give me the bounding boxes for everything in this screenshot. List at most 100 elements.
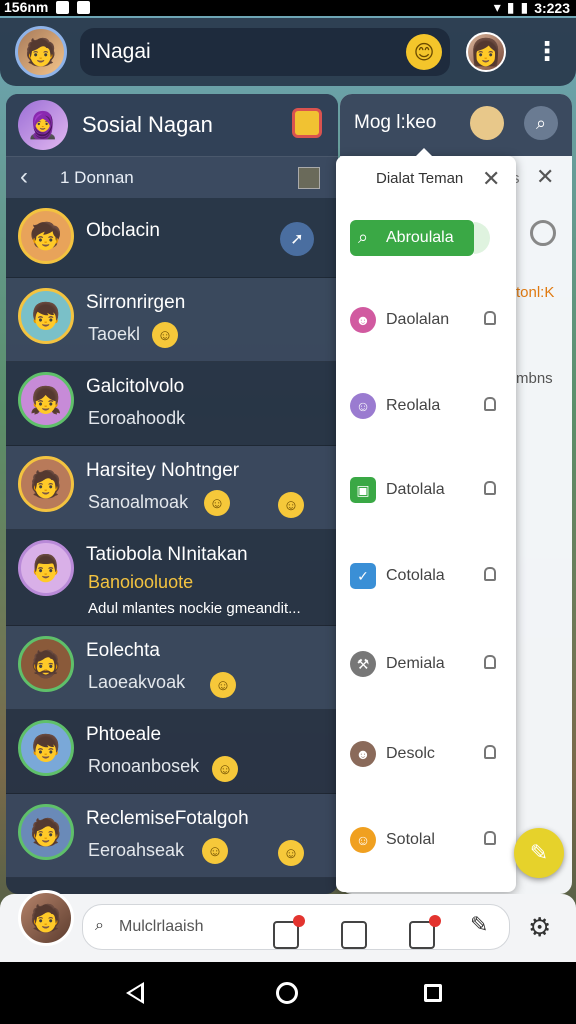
search-icon: ⌕ [358, 227, 369, 247]
message-preview: Eoroahoodk [88, 408, 186, 428]
chart-icon: ✓ [350, 563, 376, 589]
person-icon: ☻ [350, 307, 376, 333]
conversation-panel: 🧕 Sosial Nagan ‹ 1 Donnan 🧒 Obclacin ➚ 👦… [6, 94, 338, 894]
smile-icon: ☺ [278, 492, 304, 518]
pin-icon[interactable]: ➚ [280, 222, 314, 256]
nav-home-icon[interactable] [276, 982, 298, 1004]
message-preview: Eeroahseak [88, 840, 185, 860]
more-icon[interactable]: ⋮ [534, 36, 560, 68]
message-preview: Sanoalmoak [88, 492, 189, 512]
avatar: 👦 [18, 720, 74, 776]
image-icon [56, 0, 70, 14]
bell-icon[interactable] [484, 397, 496, 411]
menu-item[interactable]: ☺ Reolala [336, 386, 516, 426]
list-item[interactable]: 👧 Galcitolvolo Eoroahoodk [6, 362, 338, 446]
menu-item[interactable]: ⚒ Demiala [336, 644, 516, 684]
face-icon[interactable] [470, 106, 504, 140]
compose-fab[interactable]: ✎ [514, 828, 564, 878]
contact-name: Sirronrirgen [86, 292, 186, 313]
contact-name: Obclacin [86, 220, 160, 241]
search-icon[interactable]: ⌕ [524, 106, 558, 140]
list-item[interactable]: 👨 Tatiobola NInitakan Banoiooluote Adul … [6, 530, 338, 626]
title-pill[interactable]: INagai 😊 [80, 28, 450, 76]
close-icon[interactable]: ✕ [482, 166, 500, 192]
nav-recents-icon[interactable] [424, 984, 442, 1002]
smile-icon: ☺ [202, 838, 228, 864]
search-bar[interactable]: ⌕ [82, 904, 510, 950]
contact-name: Phtoeale [86, 724, 162, 745]
panel-header: 🧕 Sosial Nagan [6, 94, 338, 156]
message-preview: Banoiooluote [88, 572, 194, 592]
avatar: 🧒 [18, 208, 74, 264]
message-preview: Ronoanbosek [88, 756, 200, 776]
badge-dot [429, 915, 441, 927]
group-avatar[interactable]: 🧕 [18, 100, 68, 150]
gear-icon[interactable]: ⚙ [528, 912, 551, 943]
avatar: 🧑 [18, 456, 74, 512]
notes-icon[interactable] [273, 915, 305, 949]
menu-item[interactable]: ☻ Desolc [336, 734, 516, 774]
menu-item[interactable]: ☺ Sotolal [336, 820, 516, 860]
menu-item[interactable]: ▣ Datolala [336, 470, 516, 510]
menu-item[interactable]: ✓ Cotolala [336, 556, 516, 596]
list-item[interactable]: 👦 Sirronrirgen Taoekl ☺ [6, 278, 338, 362]
avatar: 👧 [18, 372, 74, 428]
wifi-icon: ▾ [493, 0, 501, 15]
contact-name: Eolechta [86, 640, 160, 661]
avatar[interactable]: 🧑 [15, 26, 67, 78]
bell-icon[interactable] [484, 745, 496, 759]
profile-avatar[interactable]: 👩 [466, 32, 506, 72]
bell-icon[interactable] [484, 831, 496, 845]
close-icon[interactable]: ✕ [536, 164, 554, 190]
nav-back-icon[interactable] [126, 982, 144, 1004]
list-item[interactable]: 🧔 Eolechta Laoeakvoak ☺ [6, 626, 338, 710]
secondary-label: tonl:K [516, 284, 555, 301]
secondary-header: Mog l:keo ⌕ [340, 94, 572, 156]
wrench-icon: ⚒ [350, 651, 376, 677]
bell-icon[interactable] [484, 655, 496, 669]
avatar[interactable]: 🧑 [18, 890, 74, 946]
notes-icon[interactable] [292, 108, 322, 138]
list-item[interactable]: 🧑 ReclemiseFotalgoh Eeroahseak ☺ ☺ [6, 794, 338, 878]
avatar: 👨 [18, 540, 74, 596]
subheader-label: 1 Donnan [60, 168, 134, 187]
message-preview: Laoeakvoak [88, 672, 186, 692]
signal-icon: ▮ [506, 0, 515, 15]
list-item[interactable]: 🧒 Obclacin ➚ [6, 198, 338, 278]
contact-name: Harsitey Nohtnger [86, 460, 240, 481]
system-nav-bar [0, 962, 576, 1024]
bell-icon[interactable] [484, 311, 496, 325]
context-menu: Dialat Teman ✕ ⌕ Abroulala ☻ Daolalan ☺ … [336, 148, 516, 892]
bottom-bar: 🧑 ⌕ ✎ ⚙ [0, 890, 576, 962]
badge-dot [293, 915, 305, 927]
chat-icon[interactable] [530, 220, 556, 246]
bell-icon[interactable] [484, 481, 496, 495]
menu-item-label: Desolc [386, 745, 435, 762]
search-input[interactable] [119, 915, 269, 939]
contact-name: Galcitolvolo [86, 376, 185, 397]
emoji-icon[interactable]: 😊 [406, 34, 442, 70]
primary-action-button[interactable]: ⌕ Abroulala [350, 220, 474, 256]
menu-item-label: Demiala [386, 655, 445, 672]
image-icon: ▣ [350, 477, 376, 503]
thumbnail-icon[interactable] [298, 167, 320, 189]
page-title: INagai [90, 40, 151, 63]
status-bar: 156nm ▾ ▮ ▮ 3:223 [0, 0, 576, 16]
secondary-title: Mog l:keo [354, 112, 437, 133]
back-icon[interactable]: ‹ [20, 163, 28, 191]
list-item[interactable]: 🧑 Harsitey Nohtnger Sanoalmoak ☺ ☺ [6, 446, 338, 530]
secondary-label: mbns [516, 370, 553, 387]
document-icon[interactable] [341, 921, 367, 949]
pen-icon[interactable]: ✎ [470, 912, 488, 938]
avatar: 👦 [18, 288, 74, 344]
battery-icon: ▮ [520, 0, 529, 15]
smile-icon: ☺ [350, 827, 376, 853]
calendar-icon[interactable] [409, 915, 441, 949]
menu-heading: Dialat Teman [376, 170, 464, 187]
menu-item[interactable]: ☻ Daolalan [336, 300, 516, 340]
avatar-icon: ☻ [350, 741, 376, 767]
menu-item-label: Reolala [386, 397, 441, 414]
bell-icon[interactable] [484, 567, 496, 581]
contact-name: ReclemiseFotalgoh [86, 808, 249, 829]
list-item[interactable]: 👦 Phtoeale Ronoanbosek ☺ [6, 710, 338, 794]
